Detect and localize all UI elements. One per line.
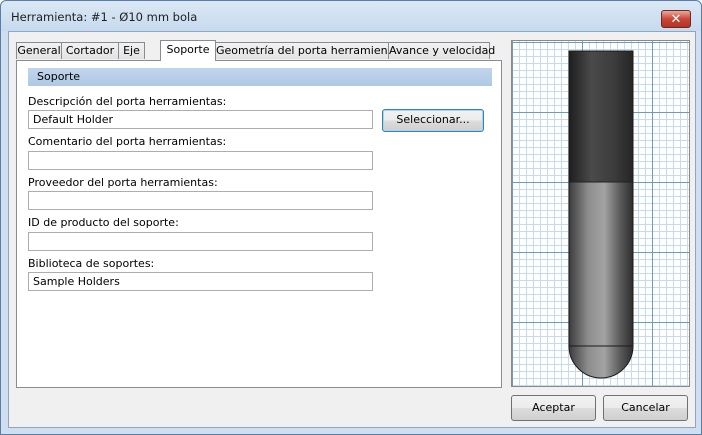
- tool-shank: [569, 182, 633, 342]
- holder-body: [569, 51, 633, 182]
- holder-comment-label: Comentario del porta herramientas:: [28, 135, 227, 148]
- close-icon: ✕: [670, 12, 682, 27]
- tool-ball-end: [569, 341, 633, 378]
- holder-vendor-label: Proveedor del porta herramientas:: [28, 176, 218, 189]
- tab-general[interactable]: General: [16, 42, 62, 59]
- holder-description-label: Descripción del porta herramientas:: [28, 95, 227, 108]
- section-header: Soporte: [28, 68, 492, 86]
- title-bar[interactable]: Herramienta: #1 - Ø10 mm bola ✕: [1, 1, 701, 31]
- holder-product-id-label: ID de producto del soporte:: [28, 216, 179, 229]
- cancel-button-label: Cancelar: [621, 401, 670, 414]
- holder-description-field[interactable]: Default Holder: [28, 110, 373, 129]
- select-button-label: Seleccionar...: [396, 113, 470, 126]
- tab-avance-velocidad[interactable]: Avance y velocidad: [388, 42, 495, 59]
- tab-eje[interactable]: Eje: [118, 42, 145, 59]
- holder-comment-field[interactable]: [28, 151, 373, 170]
- holder-library-field[interactable]: Sample Holders: [28, 272, 373, 291]
- tab-label: Avance y velocidad: [389, 44, 496, 57]
- tool-holder-preview-icon: [568, 50, 634, 379]
- tab-label: Cortador: [65, 44, 115, 57]
- section-title: Soporte: [37, 70, 81, 83]
- select-holder-button[interactable]: Seleccionar...: [382, 109, 484, 132]
- tab-label: Soporte: [166, 43, 210, 56]
- tab-soporte[interactable]: Soporte: [160, 40, 216, 61]
- ok-button-label: Aceptar: [532, 401, 575, 414]
- holder-vendor-field[interactable]: [28, 191, 373, 210]
- holder-product-id-field[interactable]: [28, 232, 373, 251]
- tab-label: General: [17, 44, 61, 57]
- holder-library-label: Biblioteca de soportes:: [28, 257, 155, 270]
- dialog-client-area: General Cortador Eje Soporte Geometría d…: [8, 31, 696, 428]
- close-button[interactable]: ✕: [661, 10, 691, 28]
- ok-button[interactable]: Aceptar: [511, 395, 596, 421]
- tab-geometria[interactable]: Geometría del porta herramientas: [215, 42, 404, 59]
- tab-label: Eje: [123, 44, 140, 57]
- tool-preview: [511, 40, 690, 387]
- window-title: Herramienta: #1 - Ø10 mm bola: [11, 10, 198, 24]
- cancel-button[interactable]: Cancelar: [603, 395, 688, 421]
- tool-dialog-window: Herramienta: #1 - Ø10 mm bola ✕ General …: [0, 0, 702, 435]
- tab-label: Geometría del porta herramientas: [216, 44, 405, 57]
- tab-cortador[interactable]: Cortador: [61, 42, 119, 59]
